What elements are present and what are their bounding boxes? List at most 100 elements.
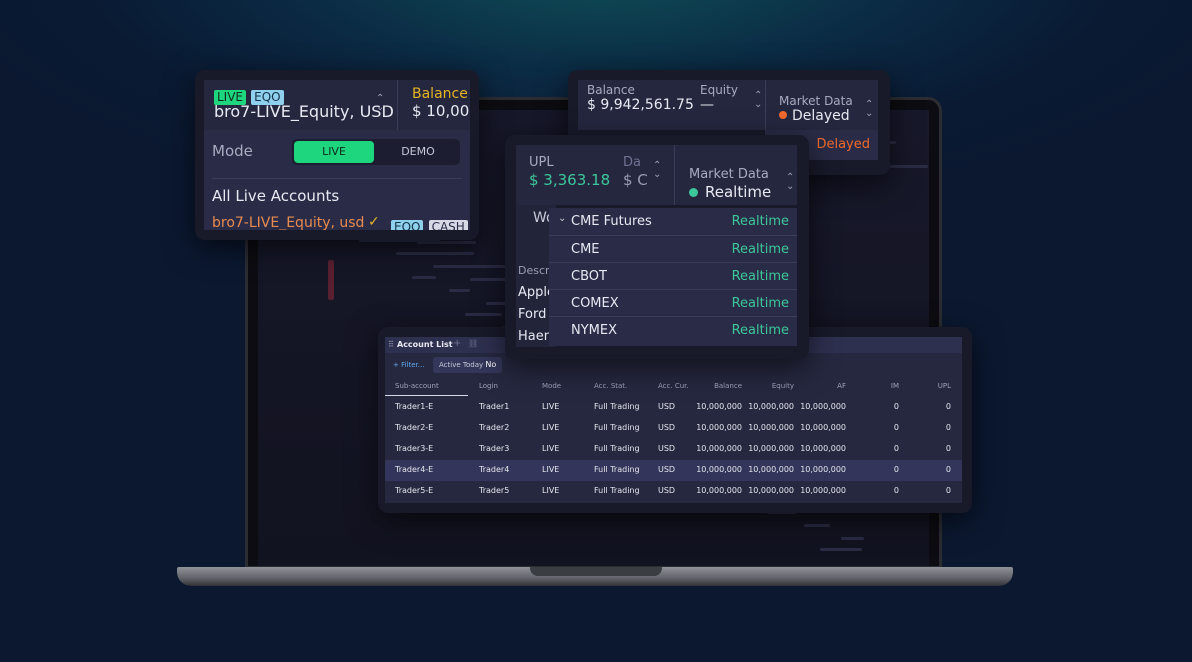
column-header[interactable]: Login: [479, 382, 498, 390]
table-cell: 10,000,000: [800, 465, 846, 474]
feed-name: CME: [571, 242, 600, 257]
balance-label: Balance: [587, 83, 635, 97]
table-cell: 10,000,000: [800, 486, 846, 495]
table-cell: 10,000,000: [748, 423, 794, 432]
table-row[interactable]: Trader2-E Trader2 LIVE Full Trading USD 10,00…: [385, 418, 962, 439]
table-row[interactable]: Trader3-E Trader3 LIVE Full Trading USD 10,00…: [385, 439, 962, 460]
feed-status: Realtime: [731, 214, 789, 229]
table-cell: LIVE: [542, 486, 560, 495]
feed-row[interactable]: COMEX Realtime: [549, 289, 797, 316]
sort-indicator: [385, 395, 468, 396]
table-header-row: Sub-account Login Mode Acc. Stat. Acc. Cur. B…: [385, 377, 962, 398]
chevron-updown-icon[interactable]: ⌃ ⌄: [786, 173, 794, 192]
table-cell: LIVE: [542, 465, 560, 474]
table-cell: 10,000,000: [800, 444, 846, 453]
feed-name: NYMEX: [571, 323, 618, 338]
selected-account-item[interactable]: bro7-LIVE_Equity, usd: [212, 215, 364, 230]
table-cell: 10,000,000: [696, 486, 742, 495]
table-cell: Full Trading: [594, 444, 640, 453]
table-cell: 10,000,000: [696, 423, 742, 432]
table-cell: 0: [893, 444, 899, 453]
panel-title: Account List: [397, 340, 453, 349]
column-header[interactable]: Mode: [542, 382, 561, 390]
account-chevron-updown-icon[interactable]: ⌃ ⌄: [376, 94, 384, 113]
chevron-updown-icon[interactable]: ⌃ ⌄: [754, 91, 762, 110]
laptop-notch: [530, 567, 662, 576]
table-row[interactable]: Trader1-E Trader1 LIVE Full Trading USD 10,00…: [385, 397, 962, 418]
active-today-filter[interactable]: Active Today No: [433, 357, 503, 373]
table-cell: USD: [658, 465, 676, 474]
table-cell: 0: [945, 465, 951, 474]
equity-value: —: [700, 97, 714, 113]
account-name[interactable]: bro7-LIVE_Equity, USD: [214, 102, 394, 121]
table-cell: Trader2: [479, 423, 510, 432]
feed-row[interactable]: ⌄ CME Futures Realtime: [549, 208, 797, 235]
chevron-down-icon[interactable]: ⌄: [558, 213, 566, 224]
delayed-status: Delayed: [816, 137, 870, 152]
watchlist-row[interactable]: Ford: [518, 307, 546, 322]
feed-row[interactable]: NYMEX Realtime: [549, 316, 797, 343]
active-today-label: Active Today: [439, 361, 484, 369]
feed-name: CBOT: [571, 269, 607, 284]
table-cell: Trader3-E: [395, 444, 434, 453]
table-cell: LIVE: [542, 444, 560, 453]
feed-name: COMEX: [571, 296, 619, 311]
table-row[interactable]: Trader5-E Trader5 LIVE Full Trading USD 10,00…: [385, 481, 962, 502]
feed-name: CME Futures: [571, 214, 652, 229]
mode-live-option[interactable]: LIVE: [294, 141, 374, 163]
column-header[interactable]: IM: [891, 382, 899, 390]
description-header: Descri: [518, 264, 553, 277]
upl-label: UPL: [529, 155, 554, 170]
table-cell: 0: [893, 486, 899, 495]
mode-demo-option[interactable]: DEMO: [378, 141, 458, 163]
checkmark-icon: ✓: [368, 214, 380, 230]
table-cell: 10,000,000: [748, 465, 794, 474]
table-row[interactable]: Trader4-E Trader4 LIVE Full Trading USD 10,00…: [385, 460, 962, 481]
market-data-label: Market Data: [689, 167, 769, 182]
table-cell: USD: [658, 423, 676, 432]
feed-row[interactable]: CBOT Realtime: [549, 262, 797, 289]
drag-handle-icon[interactable]: ⠿: [388, 340, 394, 349]
delayed-status-dot-icon: [779, 111, 787, 119]
watchlist-row[interactable]: Haen: [518, 329, 552, 344]
market-data-panel: UPL $ 3,363.18 Da $ C ⌃ ⌄ Market Data Rea…: [505, 135, 809, 359]
table-cell: Trader1-E: [395, 402, 434, 411]
feed-row[interactable]: CME Realtime: [549, 235, 797, 262]
market-data-value[interactable]: Realtime: [705, 183, 771, 201]
column-header[interactable]: UPL: [938, 382, 951, 390]
table-cell: 10,000,000: [748, 402, 794, 411]
filter-button[interactable]: + Filter...: [393, 361, 424, 369]
add-tab-icon[interactable]: +: [453, 338, 461, 349]
mode-toggle[interactable]: LIVE DEMO: [292, 139, 460, 165]
table-cell: Trader2-E: [395, 423, 434, 432]
balance-value: $ 9,942,561.75: [587, 97, 694, 113]
table-cell: Trader4-E: [395, 465, 434, 474]
market-data-value[interactable]: Delayed: [792, 108, 850, 124]
table-cell: 0: [945, 486, 951, 495]
column-header[interactable]: Acc. Cur.: [658, 382, 689, 390]
chevron-updown-icon[interactable]: ⌃ ⌄: [653, 161, 661, 180]
table-cell: 10,000,000: [696, 465, 742, 474]
column-header[interactable]: Equity: [772, 382, 794, 390]
link-icon[interactable]: ⛓: [468, 339, 478, 348]
market-data-feed-list: ⌄ CME Futures Realtime CME Realtime CBOT Realt…: [549, 208, 797, 346]
table-cell: Full Trading: [594, 465, 640, 474]
market-data-label: Market Data: [779, 94, 853, 108]
table-cell: USD: [658, 402, 676, 411]
table-cell: Trader5-E: [395, 486, 434, 495]
table-cell: 10,000,000: [748, 486, 794, 495]
chevron-updown-icon[interactable]: ⌃ ⌄: [865, 100, 873, 119]
all-live-accounts-label: All Live Accounts: [212, 187, 340, 205]
active-today-value: No: [485, 360, 497, 369]
table-cell: Full Trading: [594, 402, 640, 411]
table-cell: Full Trading: [594, 486, 640, 495]
day-value: $ C: [623, 171, 648, 189]
table-cell: 10,000,000: [800, 402, 846, 411]
column-header[interactable]: AF: [837, 382, 846, 390]
table-cell: 10,000,000: [696, 402, 742, 411]
column-header[interactable]: Acc. Stat.: [594, 382, 627, 390]
column-header[interactable]: Sub-account: [395, 382, 439, 390]
feed-status: Realtime: [731, 296, 789, 311]
feed-status: Realtime: [731, 242, 789, 257]
column-header[interactable]: Balance: [714, 382, 742, 390]
